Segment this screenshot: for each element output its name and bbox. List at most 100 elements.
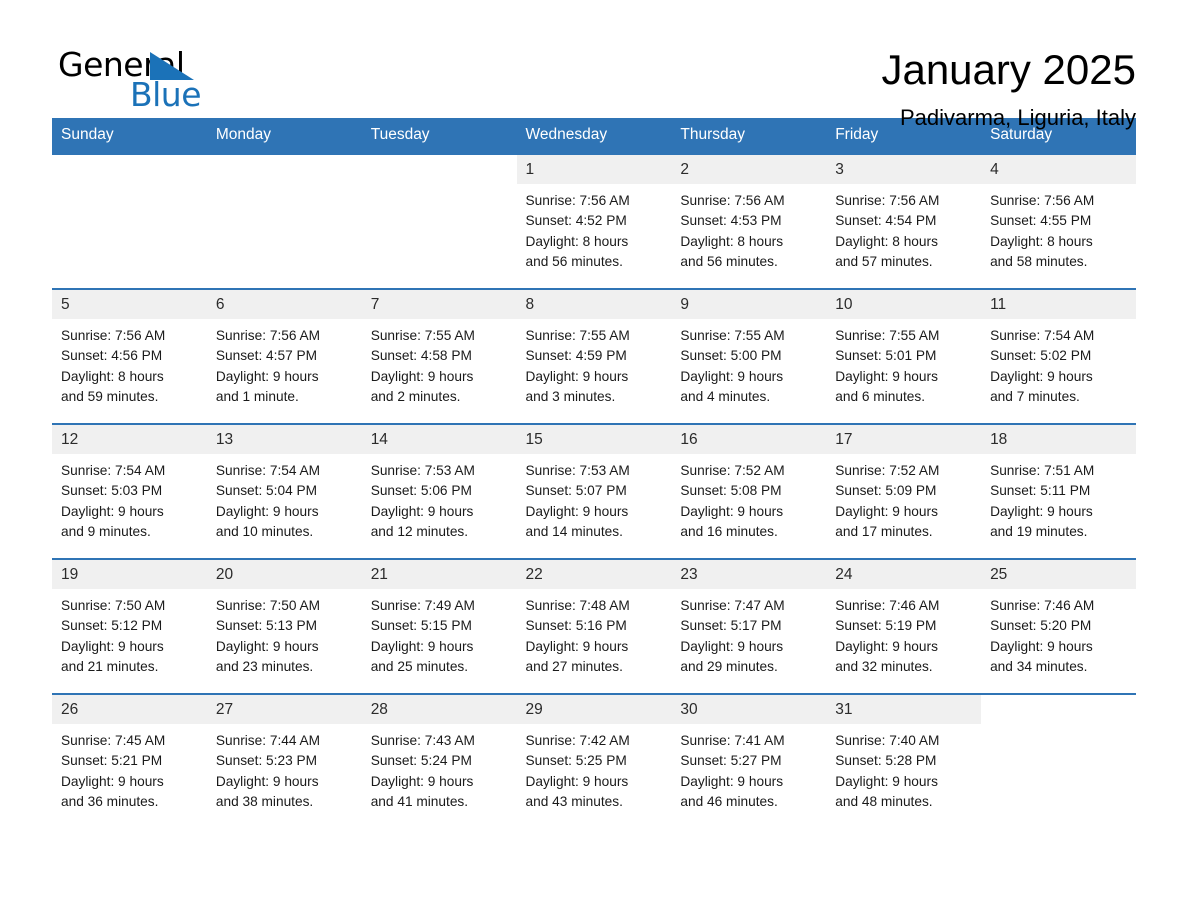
day-detail-sunrise: Sunrise: 7:56 AM bbox=[525, 193, 630, 208]
day-detail-daylight1: Daylight: 9 hours bbox=[215, 638, 319, 654]
weekday-header-tuesday: Tuesday bbox=[361, 118, 517, 154]
day-detail-daylight2: and 41 minutes. bbox=[370, 793, 469, 809]
calendar-day-cell[interactable]: 8 Sunrise: 7:55 AM Sunset: 4:59 PM Daylight… bbox=[516, 288, 672, 424]
calendar-day-cell[interactable]: 10 Sunrise: 7:55 AM Sunset: 5:01 PM Dayligh… bbox=[826, 288, 982, 424]
calendar-day-cell[interactable]: 26 Sunrise: 7:45 AM Sunset: 5:21 PM Dayligh… bbox=[52, 693, 207, 829]
day-details: Sunrise: 7:55 AM Sunset: 4:58 PM Daylight:… bbox=[362, 319, 517, 407]
day-detail-sunrise: Sunrise: 7:55 AM bbox=[525, 328, 630, 343]
day-detail-daylight2: and 32 minutes. bbox=[835, 658, 933, 674]
calendar-day-cell[interactable]: 13 Sunrise: 7:54 AM Sunset: 5:04 PM Dayligh… bbox=[206, 423, 362, 559]
day-detail-daylight1: Daylight: 9 hours bbox=[61, 503, 164, 519]
day-detail-daylight2: and 56 minutes. bbox=[525, 253, 623, 269]
day-detail-daylight1: Daylight: 9 hours bbox=[370, 368, 474, 384]
day-details: Sunrise: 7:46 AM Sunset: 5:19 PM Daylight:… bbox=[826, 589, 981, 677]
calendar-day-cell[interactable]: 24 Sunrise: 7:46 AM Sunset: 5:19 PM Dayligh… bbox=[826, 558, 982, 694]
calendar-day-cell[interactable]: 19 Sunrise: 7:50 AM Sunset: 5:12 PM Dayligh… bbox=[52, 558, 207, 694]
day-detail-sunrise: Sunrise: 7:44 AM bbox=[215, 733, 321, 748]
day-detail-daylight1: Daylight: 9 hours bbox=[680, 773, 784, 789]
weekday-header-monday: Monday bbox=[206, 118, 362, 154]
day-detail-daylight2: and 7 minutes. bbox=[990, 388, 1080, 404]
day-details: Sunrise: 7:42 AM Sunset: 5:25 PM Daylight:… bbox=[517, 724, 672, 812]
day-detail-daylight1: Daylight: 9 hours bbox=[680, 503, 784, 519]
day-number: 12 bbox=[52, 425, 207, 454]
day-detail-daylight1: Daylight: 9 hours bbox=[990, 638, 1093, 654]
brand-logo[interactable]: General Blue bbox=[52, 46, 202, 111]
day-number: 24 bbox=[826, 560, 982, 589]
day-number: 13 bbox=[206, 425, 362, 454]
calendar-day-cell[interactable]: 23 Sunrise: 7:47 AM Sunset: 5:17 PM Dayligh… bbox=[671, 558, 827, 694]
day-details: Sunrise: 7:48 AM Sunset: 5:16 PM Daylight:… bbox=[517, 589, 672, 677]
day-detail-sunset: Sunset: 5:12 PM bbox=[61, 618, 163, 634]
weekday-header-thursday: Thursday bbox=[671, 118, 827, 154]
day-detail-daylight2: and 2 minutes. bbox=[370, 388, 461, 404]
day-detail-sunrise: Sunrise: 7:46 AM bbox=[990, 598, 1095, 613]
day-details: Sunrise: 7:56 AM Sunset: 4:52 PM Daylight:… bbox=[517, 184, 672, 272]
calendar-day-cell[interactable]: 7 Sunrise: 7:55 AM Sunset: 4:58 PM Daylight… bbox=[361, 288, 517, 424]
calendar-day-cell[interactable]: 17 Sunrise: 7:52 AM Sunset: 5:09 PM Dayligh… bbox=[826, 423, 982, 559]
calendar-day-cell[interactable]: 29 Sunrise: 7:42 AM Sunset: 5:25 PM Dayligh… bbox=[516, 693, 672, 829]
calendar-day-cell[interactable]: 6 Sunrise: 7:56 AM Sunset: 4:57 PM Daylight… bbox=[206, 288, 362, 424]
day-detail-daylight2: and 10 minutes. bbox=[215, 523, 314, 539]
calendar-day-cell[interactable]: 12 Sunrise: 7:54 AM Sunset: 5:03 PM Dayligh… bbox=[52, 423, 207, 559]
calendar-week-row: 19 Sunrise: 7:50 AM Sunset: 5:12 PM Dayligh… bbox=[52, 558, 1136, 694]
day-details: Sunrise: 7:46 AM Sunset: 5:20 PM Daylight:… bbox=[981, 589, 1136, 677]
calendar-day-cell[interactable]: 27 Sunrise: 7:44 AM Sunset: 5:23 PM Dayligh… bbox=[206, 693, 362, 829]
day-detail-sunrise: Sunrise: 7:55 AM bbox=[835, 328, 940, 343]
calendar-day-cell[interactable]: 16 Sunrise: 7:52 AM Sunset: 5:08 PM Dayligh… bbox=[671, 423, 827, 559]
calendar-day-cell-empty bbox=[52, 153, 207, 289]
calendar-day-cell[interactable]: 30 Sunrise: 7:41 AM Sunset: 5:27 PM Dayligh… bbox=[671, 693, 827, 829]
calendar-day-cell-empty bbox=[361, 153, 517, 289]
day-details: Sunrise: 7:52 AM Sunset: 5:08 PM Daylight:… bbox=[671, 454, 826, 542]
day-details: Sunrise: 7:54 AM Sunset: 5:04 PM Daylight:… bbox=[207, 454, 362, 542]
calendar-day-cell[interactable]: 11 Sunrise: 7:54 AM Sunset: 5:02 PM Dayligh… bbox=[981, 288, 1136, 424]
calendar-day-cell[interactable]: 22 Sunrise: 7:48 AM Sunset: 5:16 PM Dayligh… bbox=[516, 558, 672, 694]
day-detail-daylight2: and 19 minutes. bbox=[990, 523, 1088, 539]
calendar-day-cell[interactable]: 14 Sunrise: 7:53 AM Sunset: 5:06 PM Dayligh… bbox=[361, 423, 517, 559]
calendar-day-cell[interactable]: 1 Sunrise: 7:56 AM Sunset: 4:52 PM Daylight… bbox=[516, 153, 672, 289]
day-details: Sunrise: 7:53 AM Sunset: 5:07 PM Daylight:… bbox=[517, 454, 672, 542]
day-detail-daylight2: and 6 minutes. bbox=[835, 388, 926, 404]
calendar-day-cell[interactable]: 15 Sunrise: 7:53 AM Sunset: 5:07 PM Dayligh… bbox=[516, 423, 672, 559]
calendar-day-cell[interactable]: 25 Sunrise: 7:46 AM Sunset: 5:20 PM Dayligh… bbox=[981, 558, 1136, 694]
day-detail-daylight1: Daylight: 9 hours bbox=[215, 368, 319, 384]
day-number: 22 bbox=[516, 560, 672, 589]
day-detail-daylight2: and 56 minutes. bbox=[680, 253, 778, 269]
calendar-day-cell[interactable]: 5 Sunrise: 7:56 AM Sunset: 4:56 PM Daylight… bbox=[52, 288, 207, 424]
day-details: Sunrise: 7:55 AM Sunset: 4:59 PM Daylight:… bbox=[517, 319, 672, 407]
day-detail-daylight1: Daylight: 9 hours bbox=[680, 638, 784, 654]
calendar-day-cell[interactable]: 3 Sunrise: 7:56 AM Sunset: 4:54 PM Daylight… bbox=[826, 153, 982, 289]
calendar-day-cell[interactable]: 4 Sunrise: 7:56 AM Sunset: 4:55 PM Daylight… bbox=[981, 153, 1136, 289]
day-number: 15 bbox=[516, 425, 672, 454]
day-detail-daylight2: and 58 minutes. bbox=[990, 253, 1088, 269]
day-detail-daylight2: and 27 minutes. bbox=[525, 658, 623, 674]
day-details: Sunrise: 7:54 AM Sunset: 5:03 PM Daylight:… bbox=[52, 454, 207, 542]
day-detail-daylight1: Daylight: 9 hours bbox=[215, 503, 319, 519]
day-detail-sunset: Sunset: 5:17 PM bbox=[680, 618, 782, 634]
day-detail-daylight2: and 3 minutes. bbox=[525, 388, 616, 404]
day-number: 21 bbox=[361, 560, 517, 589]
day-number: 28 bbox=[361, 695, 517, 724]
calendar-day-cell[interactable]: 18 Sunrise: 7:51 AM Sunset: 5:11 PM Dayligh… bbox=[981, 423, 1136, 559]
day-detail-daylight2: and 38 minutes. bbox=[215, 793, 314, 809]
calendar-body: 1 Sunrise: 7:56 AM Sunset: 4:52 PM Daylight… bbox=[52, 153, 1136, 829]
day-details: Sunrise: 7:56 AM Sunset: 4:54 PM Daylight:… bbox=[826, 184, 981, 272]
day-detail-daylight2: and 29 minutes. bbox=[680, 658, 778, 674]
day-detail-sunset: Sunset: 4:54 PM bbox=[835, 213, 937, 229]
day-detail-daylight2: and 16 minutes. bbox=[680, 523, 778, 539]
day-details: Sunrise: 7:54 AM Sunset: 5:02 PM Daylight:… bbox=[981, 319, 1136, 407]
page-title: January 2025 bbox=[881, 46, 1136, 93]
calendar-day-cell[interactable]: 9 Sunrise: 7:55 AM Sunset: 5:00 PM Daylight… bbox=[671, 288, 827, 424]
day-detail-sunrise: Sunrise: 7:42 AM bbox=[525, 733, 630, 748]
day-number: 19 bbox=[52, 560, 207, 589]
calendar-day-cell[interactable]: 31 Sunrise: 7:40 AM Sunset: 5:28 PM Dayligh… bbox=[826, 693, 982, 829]
day-detail-daylight2: and 59 minutes. bbox=[61, 388, 159, 404]
calendar-day-cell[interactable]: 28 Sunrise: 7:43 AM Sunset: 5:24 PM Dayligh… bbox=[361, 693, 517, 829]
day-number: 27 bbox=[206, 695, 362, 724]
calendar-day-cell[interactable]: 21 Sunrise: 7:49 AM Sunset: 5:15 PM Dayligh… bbox=[361, 558, 517, 694]
calendar-day-cell[interactable]: 2 Sunrise: 7:56 AM Sunset: 4:53 PM Daylight… bbox=[671, 153, 827, 289]
day-detail-sunrise: Sunrise: 7:49 AM bbox=[370, 598, 475, 613]
day-detail-sunrise: Sunrise: 7:51 AM bbox=[990, 463, 1095, 478]
calendar-day-cell[interactable]: 20 Sunrise: 7:50 AM Sunset: 5:13 PM Dayligh… bbox=[206, 558, 362, 694]
day-detail-sunset: Sunset: 5:04 PM bbox=[215, 483, 318, 499]
day-details: Sunrise: 7:55 AM Sunset: 5:00 PM Daylight:… bbox=[671, 319, 826, 407]
